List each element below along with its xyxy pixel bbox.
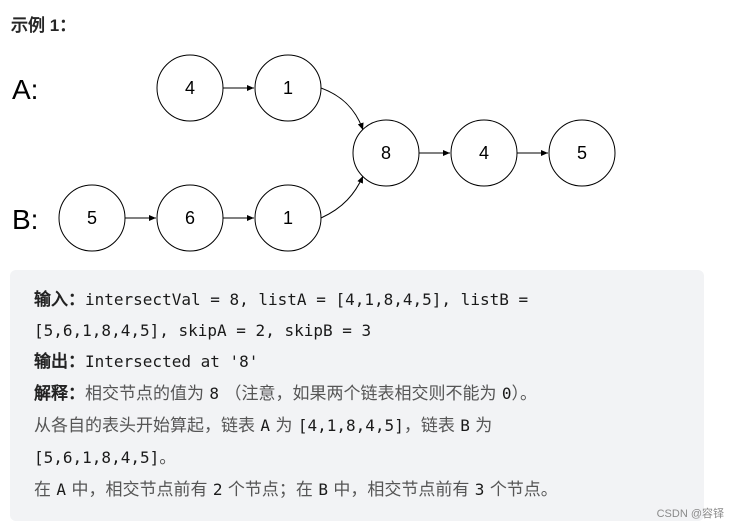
list-a-node: 4	[156, 54, 224, 122]
skip-b-count: 3	[474, 480, 485, 499]
svg-text:4: 4	[185, 78, 195, 98]
svg-text:1: 1	[283, 78, 293, 98]
list-b-node: 6	[156, 184, 224, 252]
svg-text:5: 5	[87, 208, 97, 228]
list-a-ref: A	[56, 480, 67, 499]
explanation-text: 中，相交节点前有	[71, 480, 208, 500]
csdn-watermark: CSDN @容铎	[656, 508, 724, 520]
explanation-text: ，链表	[403, 416, 455, 436]
linked-list-diagram: A: B: 4 1 5 6 1 8 4 5	[12, 54, 616, 252]
explanation-text: 个节点；在	[227, 480, 313, 500]
svg-text:4: 4	[479, 143, 489, 163]
explanation-text: 中，相交节点前有	[333, 480, 470, 500]
skip-a-count: 2	[212, 480, 223, 499]
list-a-node: 1	[254, 54, 322, 122]
explanation-line-3: [5,6,1,8,4,5]。	[34, 446, 176, 470]
shared-node: 4	[450, 119, 518, 187]
list-a-values: [4,1,8,4,5]	[297, 416, 404, 435]
intersect-value: 8	[209, 384, 220, 403]
list-a-label: A:	[12, 74, 38, 105]
input-line-2: [5,6,1,8,4,5], skipA = 2, skipB = 3	[34, 319, 371, 343]
svg-text:1: 1	[283, 208, 293, 228]
input-value-1: intersectVal = 8, listA = [4,1,8,4,5], l…	[85, 290, 529, 309]
edge-a1-shared	[320, 87, 364, 131]
list-b-node: 5	[58, 184, 126, 252]
explanation-text: 为	[275, 416, 293, 436]
explanation-text: 个节点。	[489, 480, 558, 500]
explanation-line-1: 解释：相交节点的值为 8 （注意，如果两个链表相交则不能为 0）。	[34, 382, 537, 406]
list-b-ref: B	[318, 480, 328, 499]
svg-text:6: 6	[185, 208, 195, 228]
explanation-label: 解释：	[34, 384, 85, 404]
input-value-2: [5,6,1,8,4,5], skipA = 2, skipB = 3	[34, 321, 372, 340]
list-b-label: B:	[12, 204, 38, 235]
explanation-line-4: 在 A 中，相交节点前有 2 个节点；在 B 中，相交节点前有 3 个节点。	[34, 478, 558, 502]
output-line: 输出：Intersected at '8'	[34, 350, 258, 374]
explanation-text: 相交节点的值为	[85, 384, 204, 404]
intersection-node: 8	[352, 119, 420, 187]
list-b-values: [5,6,1,8,4,5]	[34, 448, 160, 467]
explanation-text: 为	[475, 416, 493, 436]
explanation-text: ）。	[511, 384, 538, 404]
edge-b2-shared	[320, 175, 364, 219]
list-b-node: 1	[254, 184, 322, 252]
explanation-text: 在	[34, 480, 51, 500]
output-value: Intersected at '8'	[85, 352, 259, 371]
input-label: 输入：	[34, 290, 85, 310]
explanation-text: （注意，如果两个链表相交则不能为	[224, 384, 497, 404]
list-b-ref: B	[460, 416, 470, 435]
explanation-line-2: 从各自的表头开始算起，链表 A 为 [4,1,8,4,5]，链表 B 为	[34, 414, 492, 438]
zero-value: 0	[501, 384, 512, 403]
explanation-text: 从各自的表头开始算起，链表	[34, 416, 255, 436]
input-line-1: 输入：intersectVal = 8, listA = [4,1,8,4,5]…	[34, 288, 528, 312]
shared-node: 5	[548, 119, 616, 187]
output-label: 输出：	[34, 352, 85, 372]
svg-text:5: 5	[577, 143, 587, 163]
list-a-ref: A	[260, 416, 271, 435]
svg-text:8: 8	[381, 143, 391, 163]
explanation-text: 。	[159, 448, 177, 468]
